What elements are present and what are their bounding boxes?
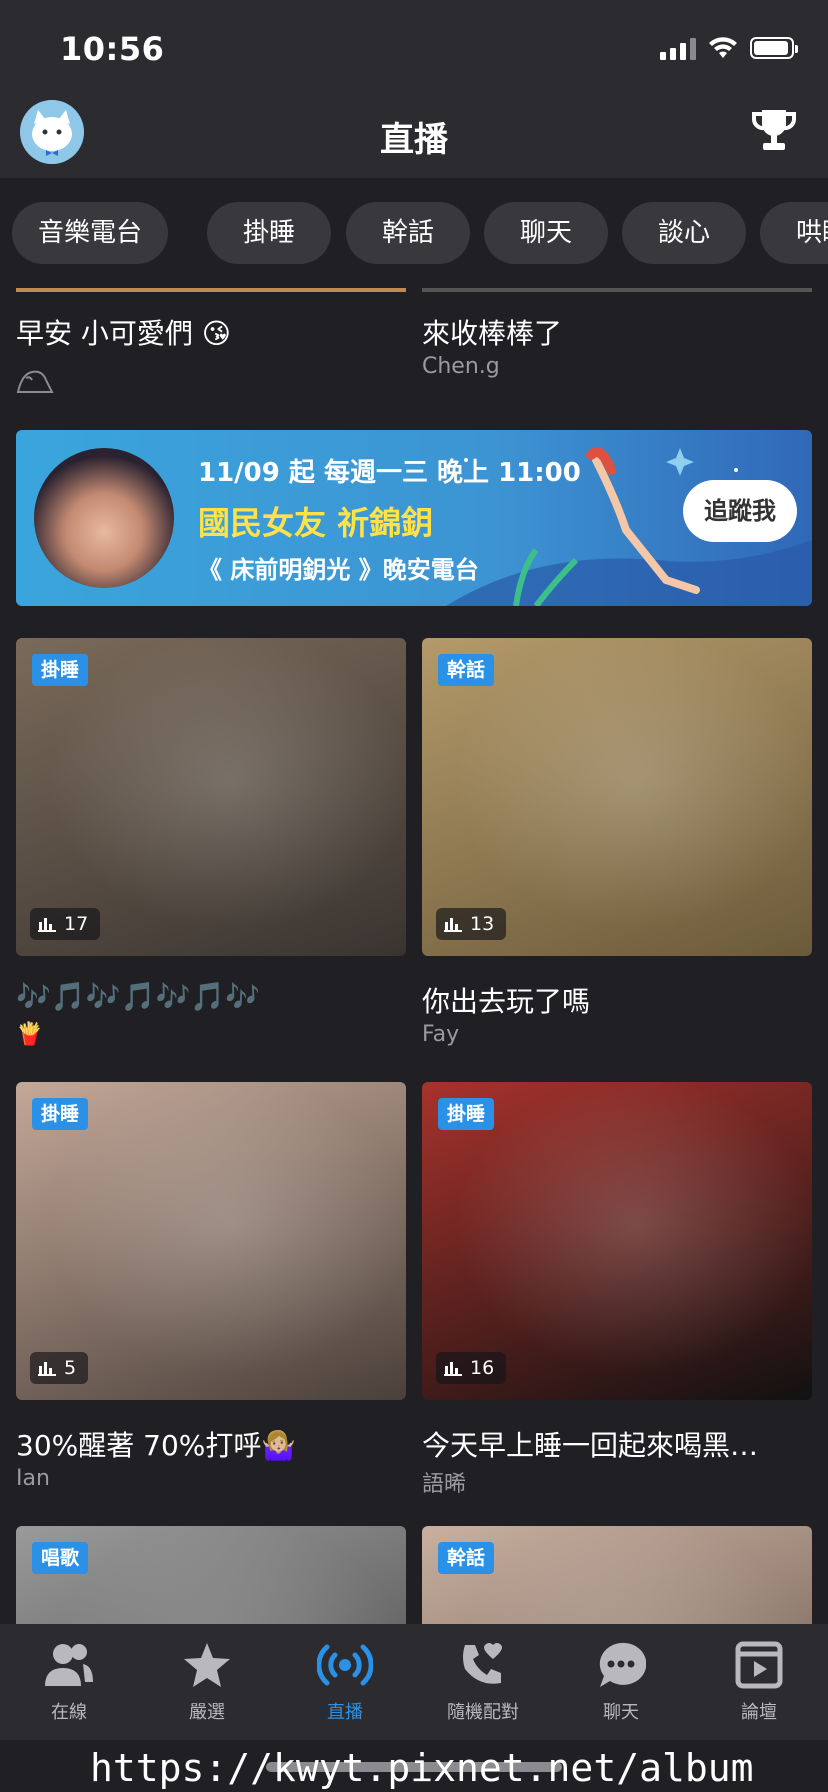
card-author: 語晞 — [422, 1472, 467, 1497]
live-card[interactable]: 幹話 13 — [422, 638, 812, 956]
listeners-icon — [38, 1362, 56, 1376]
category-tag: 幹話 — [438, 1542, 495, 1574]
tab-online[interactable]: 在線 — [0, 1638, 138, 1724]
card-author: 🍟 — [16, 1022, 44, 1047]
listener-count-value: 5 — [64, 1357, 77, 1379]
broadcast-icon — [317, 1644, 373, 1686]
card-thumbnail — [422, 1526, 812, 1624]
chat-icon — [599, 1642, 646, 1687]
category-tag: 掛睡 — [32, 654, 89, 686]
card-author: Chen.g — [422, 354, 500, 379]
promo-banner[interactable]: 11/09 起 每週一三 晚上 11:00 國民女友 祈錦鈅 《 床前明鈅光 》… — [16, 430, 812, 606]
category-tag: 幹話 — [438, 654, 495, 686]
follow-button[interactable]: 追蹤我 — [683, 480, 797, 542]
live-card[interactable]: 掛睡 16 — [422, 1082, 812, 1400]
card-author: Fay — [422, 1022, 460, 1047]
card-thumbnail — [16, 1526, 406, 1624]
chip-chat[interactable]: 聊天 — [484, 202, 608, 264]
status-icons — [660, 36, 798, 60]
card-title[interactable]: 你出去玩了嗎 — [422, 980, 590, 1020]
live-card[interactable]: 幹話 — [422, 1526, 812, 1624]
card-image-edge — [422, 288, 812, 292]
category-tag: 掛睡 — [32, 1098, 89, 1130]
listener-count: 5 — [30, 1352, 89, 1384]
card-image-edge — [16, 288, 406, 292]
listener-count: 17 — [30, 908, 101, 940]
chip-music-radio[interactable]: 音樂電台 — [12, 202, 168, 264]
page-title: 直播 — [380, 120, 448, 160]
listener-count: 13 — [436, 908, 507, 940]
wifi-icon — [709, 37, 737, 58]
users-icon — [45, 1644, 93, 1686]
card-title[interactable]: 🎶🎵🎶🎵🎶🎵🎶 — [16, 980, 260, 1013]
listener-count-value: 16 — [470, 1357, 495, 1379]
chip-sleep[interactable]: 掛睡 — [207, 202, 331, 264]
tab-label: 嚴選 — [189, 1702, 225, 1723]
signal-icon — [660, 36, 696, 60]
app-header: 直播 — [0, 96, 828, 178]
card-title[interactable]: 來收棒棒了 — [422, 312, 562, 352]
listeners-icon — [38, 918, 56, 932]
tab-label: 在線 — [51, 1702, 87, 1723]
star-icon — [184, 1643, 230, 1687]
tab-label: 直播 — [327, 1702, 363, 1723]
phone-heart-icon — [463, 1643, 502, 1684]
banner-program: 《 床前明鈅光 》晚安電台 — [198, 556, 479, 584]
category-chips: 音樂電台 掛睡 幹話 聊天 談心 哄睡 — [0, 178, 828, 288]
live-feed: 早安 小可愛們 😘 來收棒棒了 Chen.g 11/09 起 每週一三 晚上 1… — [0, 288, 828, 1624]
battery-icon — [750, 37, 798, 59]
chip-heart-talk[interactable]: 談心 — [622, 202, 746, 264]
banner-headline: 國民女友 祈錦鈅 — [198, 504, 434, 542]
chip-lullaby[interactable]: 哄睡 — [760, 202, 828, 264]
tab-live[interactable]: 直播 — [276, 1638, 414, 1724]
listener-count-value: 13 — [470, 913, 495, 935]
tab-featured[interactable]: 嚴選 — [138, 1638, 276, 1724]
host-photo — [34, 448, 174, 588]
listeners-icon — [444, 918, 462, 932]
live-card[interactable]: 掛睡 17 — [16, 638, 406, 956]
listeners-icon — [444, 1362, 462, 1376]
trophy-icon[interactable] — [750, 108, 798, 158]
tab-label: 聊天 — [603, 1702, 639, 1723]
status-time: 10:56 — [60, 30, 165, 68]
status-bar: 10:56 — [0, 0, 828, 96]
live-card[interactable]: 唱歌 — [16, 1526, 406, 1624]
category-tag: 掛睡 — [438, 1098, 495, 1130]
card-author: Ian — [16, 1466, 50, 1491]
frog-icon — [16, 370, 54, 393]
card-title[interactable]: 今天早上睡一回起來喝黑… — [422, 1424, 758, 1464]
live-card[interactable]: 掛睡 5 — [16, 1082, 406, 1400]
bottom-tab-bar: 在線 嚴選 直播 隨機配對 聊天 論壇 — [0, 1624, 828, 1740]
tab-forum[interactable]: 論壇 — [690, 1638, 828, 1724]
forum-icon — [735, 1641, 783, 1689]
category-tag: 唱歌 — [32, 1542, 89, 1574]
card-title[interactable]: 30%醒著 70%打呼🤷🏼‍♀️ — [16, 1424, 296, 1464]
listener-count-value: 17 — [64, 913, 89, 935]
banner-schedule: 11/09 起 每週一三 晚上 11:00 — [198, 458, 581, 488]
tab-random-match[interactable]: 隨機配對 — [414, 1638, 552, 1724]
listener-count: 16 — [436, 1352, 507, 1384]
tab-label: 隨機配對 — [447, 1702, 519, 1723]
chip-chitchat[interactable]: 幹話 — [346, 202, 470, 264]
tab-label: 論壇 — [741, 1702, 777, 1723]
card-title[interactable]: 早安 小可愛們 😘 — [16, 312, 231, 352]
tab-chat[interactable]: 聊天 — [552, 1638, 690, 1724]
watermark: https://kwyt.pixnet.net/album — [90, 1746, 754, 1790]
